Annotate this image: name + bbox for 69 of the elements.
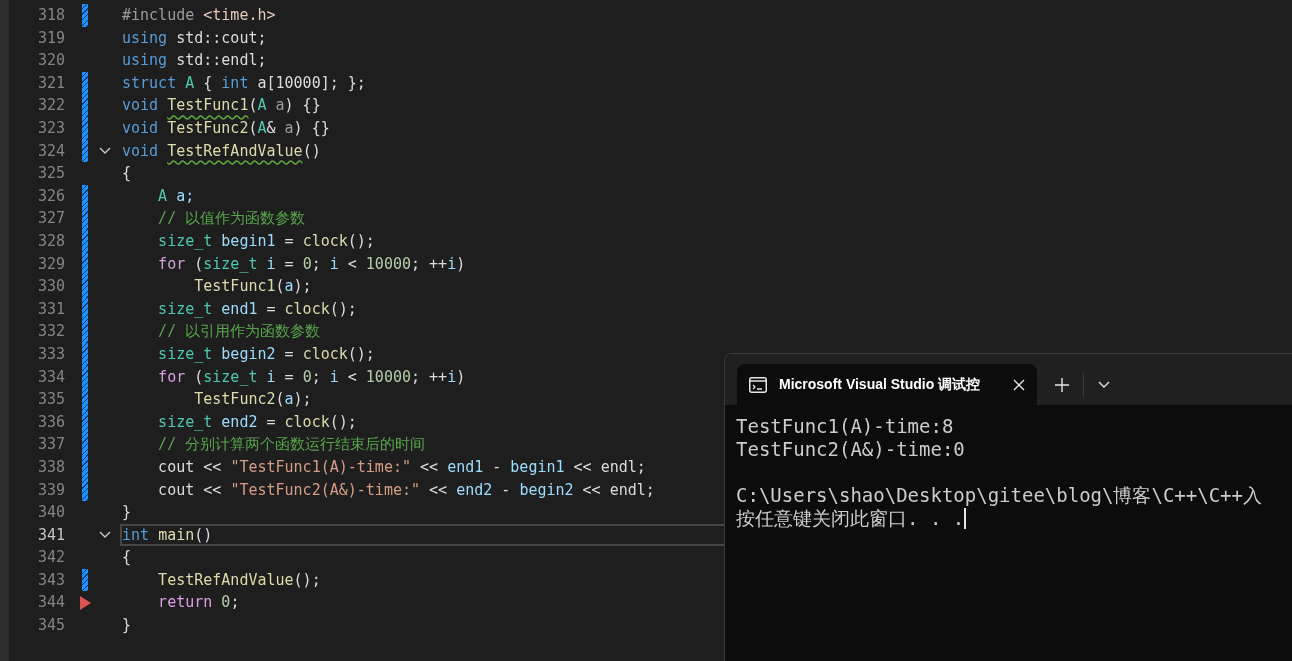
code-line: for (size_t i = 0; i < 10000; ++i) [157,253,466,275]
code-line: } [122,615,132,637]
line-number: 335 [36,389,65,411]
line-number: 345 [36,615,65,637]
code-line: void TestFunc2(A& a) {} [122,118,330,139]
line-number: 328 [36,231,65,252]
collapse-chevron-icon[interactable] [99,530,111,539]
code-line: #include <time.h> [122,5,276,27]
line-number: 337 [36,434,65,456]
code-line: using std::cout; [122,27,267,49]
code-line: { [122,163,132,185]
line-number: 334 [36,366,65,388]
text-cursor [964,508,967,529]
line-number: 341 [36,524,65,546]
line-number: 318 [36,5,65,27]
code-line: using std::endl; [122,50,267,72]
line-number: 329 [36,253,65,275]
code-line: cout << "TestFunc1(A)-time:" << end1 - begin1 << endl; [157,456,646,478]
line-number: 327 [36,208,65,230]
console-output-line: 按任意键关闭此窗口. . . [736,507,965,530]
code-line: A a; [157,185,195,207]
line-number: 331 [36,298,65,320]
console-output-line: TestFunc2(A&)-time:0 [736,438,965,461]
code-line: } [122,502,132,524]
line-number: 320 [36,50,65,72]
line-number: 339 [36,479,65,501]
terminal-tab[interactable]: Microsoft Visual Studio 调试控 [737,364,1037,405]
code-line: size_t end2 = clock(); [157,411,357,433]
console-output-line: TestFunc1(A)-time:8 [736,415,954,438]
line-number: 319 [36,27,65,49]
line-number: 326 [36,185,65,207]
close-icon[interactable] [1013,378,1025,391]
console-icon [749,376,767,393]
code-line: size_t begin2 = clock(); [157,343,375,365]
code-line: void TestRefAndValue() [122,140,321,162]
dropdown-chevron-icon[interactable] [1098,380,1110,389]
code-line: int main() [122,524,213,546]
code-line: size_t begin1 = clock(); [157,231,375,252]
line-number: 330 [36,276,65,298]
code-line: TestRefAndValue(); [157,569,321,591]
tab-title: Microsoft Visual Studio 调试控 [779,375,981,394]
collapse-chevron-icon[interactable] [99,146,111,155]
code-line: TestFunc1(a); [193,276,312,298]
line-number: 336 [36,411,65,433]
plus-icon[interactable] [1055,377,1069,392]
code-line: size_t end1 = clock(); [157,298,357,320]
code-line: struct A { int a[10000]; }; [122,72,366,94]
line-number: 321 [36,72,65,94]
line-number: 325 [36,163,65,185]
code-line: // 分别计算两个函数运行结束后的时间 [157,434,426,456]
line-number: 340 [36,502,65,524]
line-number: 324 [36,140,65,162]
code-line: void TestFunc1(A a) {} [122,95,321,117]
line-number: 332 [36,321,65,343]
code-line: // 以值作为函数参数 [157,208,306,230]
console-output-line: C:\Users\shao\Desktop\gitee\blog\博客\C++\C++入 [736,484,1262,507]
line-number: 322 [36,95,65,117]
code-line: return 0; [157,592,240,614]
code-line: TestFunc2(a); [193,389,312,411]
code-line: // 以引用作为函数参数 [157,321,321,343]
line-number: 338 [36,456,65,478]
code-line: for (size_t i = 0; i < 10000; ++i) [157,366,466,388]
line-number: 323 [36,118,65,139]
line-number: 343 [36,569,65,591]
code-line: { [122,547,132,569]
line-number: 342 [36,547,65,569]
code-line: cout << "TestFunc2(A&)-time:" << end2 - begin2 << endl; [157,479,655,501]
line-number: 333 [36,343,65,365]
line-number: 344 [36,592,65,614]
